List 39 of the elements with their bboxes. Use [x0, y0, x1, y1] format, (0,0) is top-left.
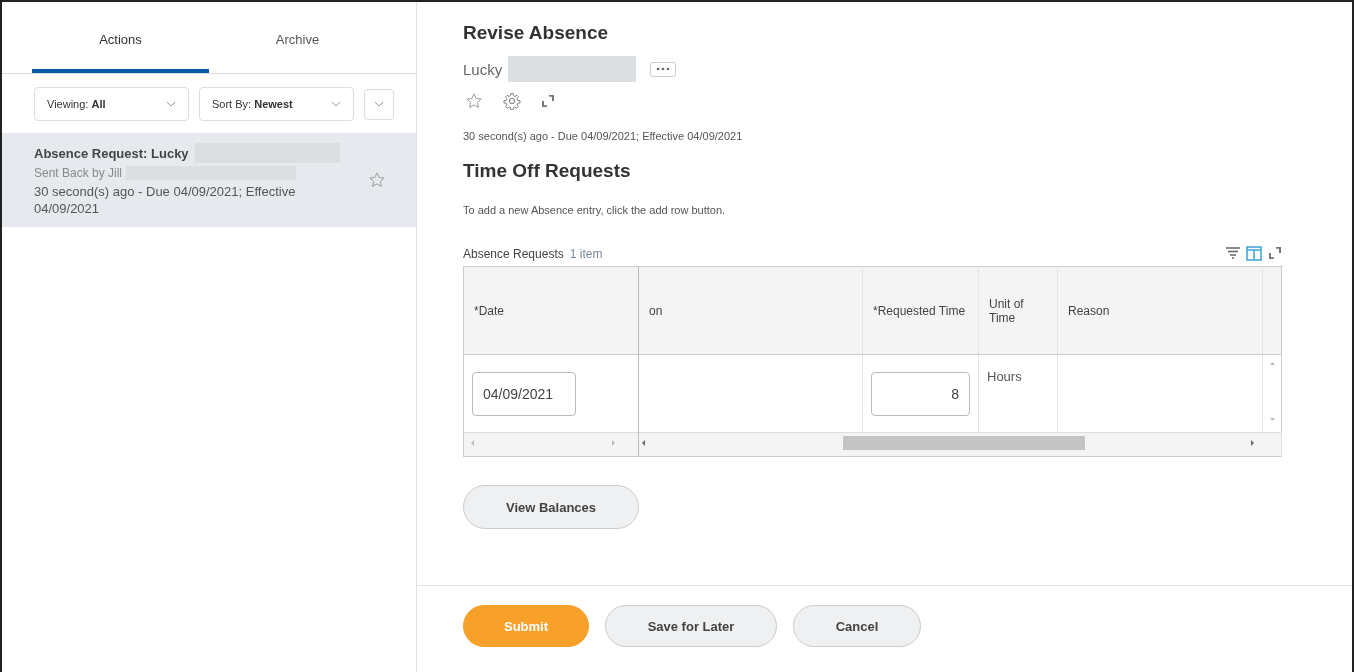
more-icon — [656, 67, 671, 71]
expand-icon[interactable] — [1268, 246, 1282, 260]
star-icon[interactable] — [368, 171, 386, 189]
filter-icon[interactable] — [1226, 247, 1240, 259]
tab[interactable]: Archive — [209, 2, 386, 73]
tab[interactable]: Actions — [32, 2, 209, 73]
page-title: Revise Absence — [463, 22, 610, 44]
grid-title: Absence Requests — [463, 247, 564, 261]
settings-icon[interactable] — [503, 92, 521, 110]
instruction-text: To add a new Absence entry, click the add row button. — [463, 204, 727, 216]
filter-dropdown[interactable]: Sort By: Newest — [199, 87, 354, 121]
column-header: *Date — [474, 303, 505, 318]
columns-icon[interactable] — [1246, 245, 1262, 261]
date-field[interactable]: 04/09/2021 — [472, 371, 576, 416]
item-meta: 30 second(s) ago - Due 04/09/2021; Effective 04/09/2021 — [34, 183, 297, 217]
worker-name[interactable]: Lucky — [463, 60, 503, 78]
grid-cell: Hours — [987, 369, 1022, 384]
column-header: Reason — [1068, 303, 1110, 318]
chevron-down-icon — [331, 101, 341, 107]
item-subtitle: Sent Back by Jill — [34, 166, 123, 180]
section-title: Time Off Requests — [463, 160, 632, 182]
chevron-down-icon — [374, 101, 384, 107]
item-title: Absence Request: Lucky — [34, 145, 189, 161]
collapse-dropdown[interactable] — [364, 88, 394, 120]
item-count: 1 item — [569, 247, 603, 261]
chevron-down-icon — [166, 101, 176, 107]
column-header: on — [649, 303, 663, 318]
favorite-star-icon[interactable] — [465, 92, 483, 110]
inbox-item[interactable]: Absence Request: Lucky Sent Back by Jill 30 second(s) ago - Due 04/09/2021; Effective 04/09/2021 — [2, 133, 416, 227]
requested-time-field[interactable]: 8 — [871, 371, 970, 416]
footer-button[interactable]: Cancel — [793, 605, 921, 647]
view-balances-button[interactable]: View Balances — [463, 485, 639, 529]
column-header: Unit of Time — [989, 296, 1024, 325]
column-header: *Requested Time — [873, 303, 966, 318]
expand-icon[interactable] — [541, 94, 555, 108]
footer-button[interactable]: Save for Later — [605, 605, 777, 647]
more-button[interactable] — [650, 61, 677, 77]
request-meta: 30 second(s) ago - Due 04/09/2021; Effective 04/09/2021 — [463, 130, 744, 142]
filter-dropdown[interactable]: Viewing: All — [34, 87, 189, 121]
